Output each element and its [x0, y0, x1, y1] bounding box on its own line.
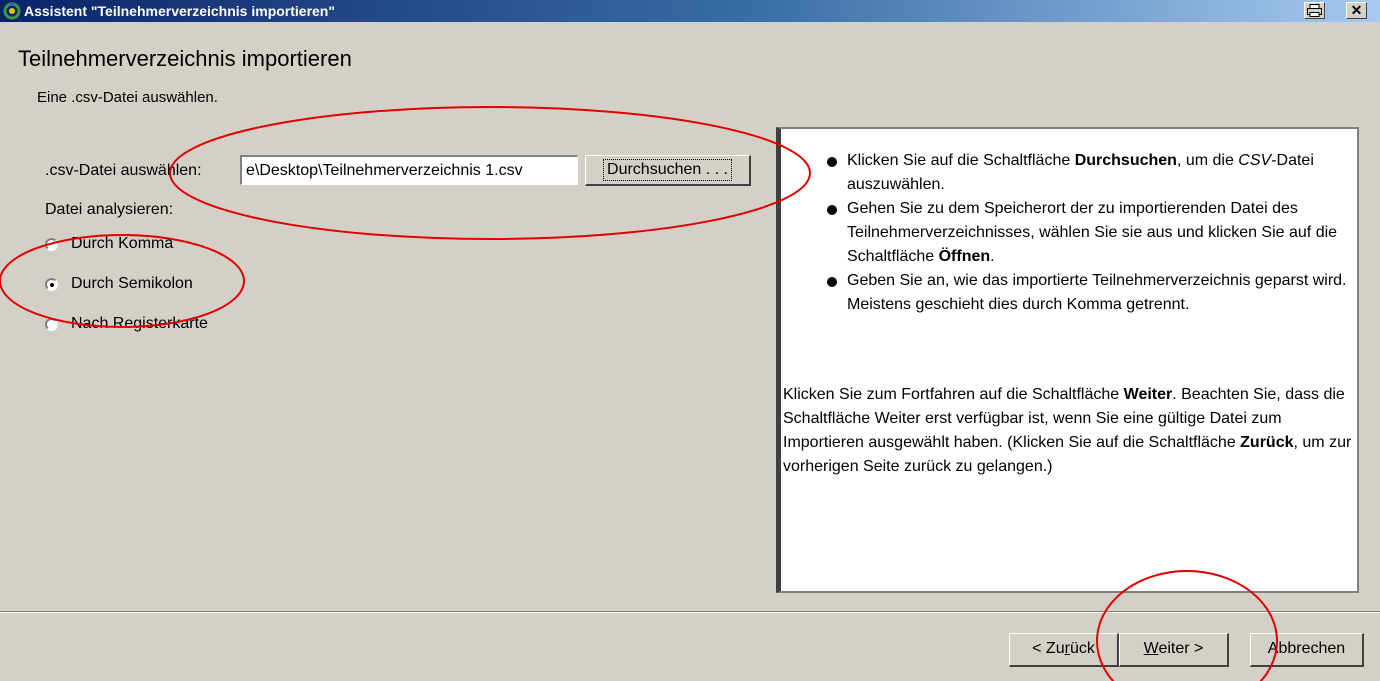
help-paragraph: Klicken Sie zum Fortfahren auf die Schal…	[783, 386, 1352, 475]
next-button[interactable]: Weiter >	[1119, 633, 1229, 667]
help-step: Geben Sie an, wie das importierte Teilne…	[827, 269, 1347, 317]
page-subtitle: Eine .csv-Datei auswählen.	[37, 89, 218, 106]
radio-button[interactable]	[45, 278, 58, 291]
window-title: Assistent "Teilnehmerverzeichnis importi…	[24, 3, 336, 19]
radio-label: Nach Registerkarte	[71, 315, 208, 332]
cancel-button[interactable]: Abbrechen	[1250, 633, 1364, 667]
csv-file-label: .csv-Datei auswählen:	[45, 162, 202, 179]
radio-button[interactable]	[45, 238, 58, 251]
help-panel[interactable]: Klicken Sie auf die Schaltfläche Durchsu…	[776, 127, 1359, 593]
radio-selected-dot	[50, 283, 54, 287]
help-step: Klicken Sie auf die Schaltfläche Durchsu…	[827, 149, 1347, 197]
print-icon[interactable]	[1304, 2, 1325, 19]
csv-file-input[interactable]: e\Desktop\Teilnehmerverzeichnis 1.csv	[240, 155, 578, 185]
help-step: Gehen Sie zu dem Speicherort der zu impo…	[827, 197, 1347, 269]
analyze-file-label: Datei analysieren:	[45, 201, 174, 218]
browse-button-label: Durchsuchen . . .	[603, 159, 732, 181]
radio-label: Durch Komma	[71, 235, 174, 252]
radio-button[interactable]	[45, 318, 58, 331]
help-steps-list: Klicken Sie auf die Schaltfläche Durchsu…	[827, 149, 1347, 317]
page-title: Teilnehmerverzeichnis importieren	[18, 46, 352, 71]
browse-button[interactable]: Durchsuchen . . .	[585, 155, 751, 186]
radio-label: Durch Semikolon	[71, 275, 193, 292]
app-icon	[3, 2, 21, 20]
footer-separator	[0, 611, 1380, 613]
title-bar[interactable]: Assistent "Teilnehmerverzeichnis importi…	[0, 0, 1380, 22]
back-button[interactable]: < Zurück	[1009, 633, 1119, 667]
close-icon[interactable]: ✕	[1346, 2, 1367, 19]
